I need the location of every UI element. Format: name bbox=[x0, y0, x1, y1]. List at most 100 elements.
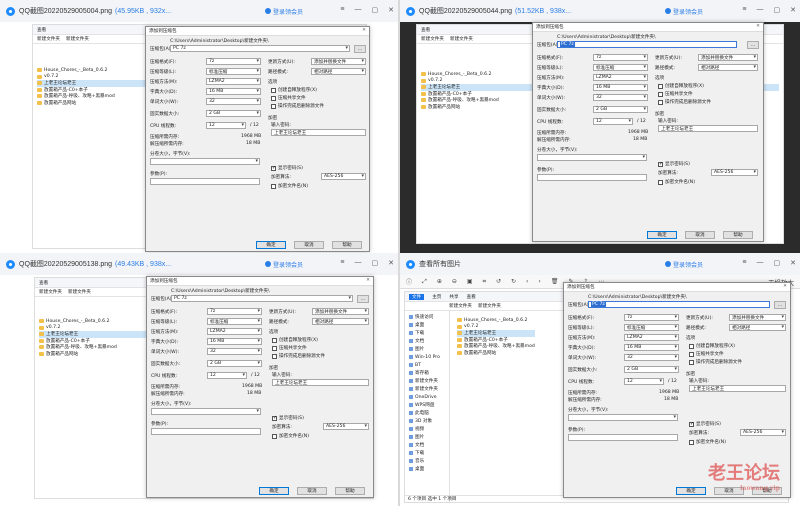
pathmode-combo[interactable]: 相对路径 bbox=[698, 64, 758, 71]
browse-button[interactable]: ... bbox=[774, 301, 786, 309]
opt-shared[interactable]: 压缩共享文件 bbox=[658, 91, 693, 97]
split-combo[interactable] bbox=[568, 414, 678, 421]
next-icon[interactable]: › bbox=[538, 278, 540, 285]
nav-item[interactable]: 文档 bbox=[405, 337, 449, 345]
password-input[interactable]: 上老王论坛老王 bbox=[272, 379, 369, 386]
ok-button[interactable]: 确定 bbox=[259, 487, 289, 495]
opt-shared[interactable]: 压缩共享文件 bbox=[272, 345, 307, 351]
prev-icon[interactable]: ‹ bbox=[526, 278, 528, 285]
help-button[interactable]: 帮助 bbox=[335, 487, 365, 495]
cancel-button[interactable]: 取消 bbox=[685, 231, 715, 239]
solid-combo[interactable]: 2 GB bbox=[593, 106, 648, 113]
archive-combo[interactable]: PC 7z bbox=[588, 301, 770, 308]
checkbox[interactable] bbox=[271, 95, 276, 101]
checkbox[interactable] bbox=[271, 183, 276, 189]
word-combo[interactable]: 32 bbox=[206, 98, 261, 105]
list-item[interactable]: 放置箱产品网站 bbox=[457, 350, 535, 357]
update-combo[interactable]: 添加并替换文件 bbox=[729, 314, 786, 321]
solid-combo[interactable]: 2 GB bbox=[624, 366, 679, 373]
cpu-combo[interactable]: 12 bbox=[593, 118, 633, 125]
opt-delete[interactable]: 操作完成后删除源文件 bbox=[271, 103, 324, 109]
nav-item[interactable]: 图片 bbox=[405, 345, 449, 353]
word-combo[interactable]: 32 bbox=[207, 348, 262, 355]
nav-item[interactable]: 下载 bbox=[405, 329, 449, 337]
nav-item[interactable]: 桌面 bbox=[405, 321, 449, 329]
nav-item[interactable]: 视频 bbox=[405, 425, 449, 433]
maximize-icon[interactable]: ▢ bbox=[774, 259, 781, 267]
params-input[interactable] bbox=[151, 428, 261, 435]
level-combo[interactable]: 标准压缩 bbox=[206, 68, 261, 75]
password-input[interactable]: 上老王论坛老王 bbox=[689, 385, 786, 392]
split-combo[interactable] bbox=[537, 154, 647, 161]
maximize-icon[interactable]: ▢ bbox=[372, 259, 379, 267]
opt-sfx[interactable]: 创建自释放程序(X) bbox=[271, 87, 317, 93]
checkbox[interactable] bbox=[272, 345, 277, 351]
checkbox[interactable] bbox=[689, 421, 694, 427]
password-input[interactable]: 上老王论坛老王 bbox=[658, 125, 758, 132]
menu-icon[interactable]: ≡ bbox=[742, 6, 746, 14]
opt-sfx[interactable]: 创建自释放程序(X) bbox=[689, 343, 735, 349]
opt-sfx[interactable]: 创建自释放程序(X) bbox=[272, 337, 318, 343]
split-combo[interactable] bbox=[150, 158, 260, 165]
vip-link[interactable]: 登录领会员 bbox=[665, 7, 703, 16]
nav-item[interactable]: Win-10 Pro bbox=[405, 353, 449, 361]
ok-button[interactable]: 确定 bbox=[256, 241, 286, 249]
ribbon-tab-view[interactable]: 查看 bbox=[421, 27, 430, 33]
update-combo[interactable]: 添加并替换文件 bbox=[311, 58, 366, 65]
nav-item[interactable]: 下载 bbox=[405, 449, 449, 457]
checkbox[interactable] bbox=[689, 351, 694, 357]
help-button[interactable]: 帮助 bbox=[723, 231, 753, 239]
opt-delete[interactable]: 操作完成后删除源文件 bbox=[689, 359, 742, 365]
rotate-right-icon[interactable]: ↻ bbox=[511, 278, 516, 285]
fit-icon[interactable]: ⤢ bbox=[422, 278, 427, 286]
checkbox[interactable] bbox=[689, 359, 694, 365]
checkbox[interactable] bbox=[271, 165, 276, 171]
show-password[interactable]: 显示密码(S) bbox=[658, 161, 690, 167]
format-combo[interactable]: 7z bbox=[207, 308, 262, 315]
vip-link[interactable]: 登录领会员 bbox=[265, 260, 303, 269]
delete-icon[interactable]: 🗑 bbox=[551, 278, 559, 285]
dict-combo[interactable]: 16 MB bbox=[206, 88, 261, 95]
checkbox[interactable] bbox=[689, 343, 694, 349]
cpu-combo[interactable]: 12 bbox=[207, 372, 247, 379]
archive-combo[interactable]: PC 7z bbox=[170, 45, 350, 52]
cpu-combo[interactable]: 12 bbox=[624, 378, 664, 385]
format-combo[interactable]: 7z bbox=[624, 314, 679, 321]
list-item[interactable]: 放置箱产品-呼吸、攻略+黑暴mod bbox=[457, 343, 535, 350]
nav-item[interactable]: 寄存箱 bbox=[405, 369, 449, 377]
cancel-button[interactable]: 取消 bbox=[294, 241, 324, 249]
update-combo[interactable]: 添加并替换文件 bbox=[312, 308, 369, 315]
ok-button[interactable]: 确定 bbox=[676, 487, 706, 495]
breadcrumb-item[interactable]: 新建文件夹 bbox=[68, 289, 91, 295]
close-icon[interactable]: ✕ bbox=[388, 6, 394, 14]
opt-sfx[interactable]: 创建自释放程序(X) bbox=[658, 83, 704, 89]
params-input[interactable] bbox=[150, 178, 260, 185]
opt-delete[interactable]: 操作完成后删除源文件 bbox=[272, 353, 325, 359]
menu-icon[interactable]: ≡ bbox=[340, 6, 344, 14]
ribbon-tab-view[interactable]: 查看 bbox=[37, 27, 46, 33]
breadcrumb-item[interactable]: 新建文件夹 bbox=[421, 36, 444, 42]
checkbox[interactable] bbox=[272, 415, 277, 421]
encrypt-names[interactable]: 加密文件名(N) bbox=[272, 433, 309, 439]
close-icon[interactable]: ✕ bbox=[783, 284, 787, 289]
info-icon[interactable]: ⓘ bbox=[406, 277, 412, 286]
checkbox[interactable] bbox=[658, 83, 663, 89]
nav-item[interactable]: BT bbox=[405, 361, 449, 369]
ok-button[interactable]: 确定 bbox=[647, 231, 677, 239]
dict-combo[interactable]: 16 MB bbox=[624, 344, 679, 351]
checkbox[interactable] bbox=[658, 161, 663, 167]
word-combo[interactable]: 32 bbox=[593, 94, 648, 101]
nav-item[interactable]: WPS网盘 bbox=[405, 401, 449, 409]
encrypt-names[interactable]: 加密文件名(N) bbox=[271, 183, 308, 189]
pathmode-combo[interactable]: 相对路径 bbox=[729, 324, 786, 331]
opt-shared[interactable]: 压缩共享文件 bbox=[689, 351, 724, 357]
nav-item[interactable]: 快速访问 bbox=[405, 313, 449, 321]
method-combo[interactable]: LZMA2 bbox=[206, 78, 261, 85]
zoom-out-icon[interactable]: ⊖ bbox=[452, 278, 457, 285]
list-item[interactable]: House_Chores_-_Beta_0.6.2 bbox=[457, 317, 535, 324]
zoom-in-icon[interactable]: ⊕ bbox=[437, 278, 442, 285]
ribbon-tab-share[interactable]: 共享 bbox=[449, 294, 458, 300]
ribbon-tab-view[interactable]: 查看 bbox=[39, 280, 48, 286]
original-size-icon[interactable]: ▣ bbox=[467, 278, 473, 285]
maximize-icon[interactable]: ▢ bbox=[372, 6, 379, 14]
